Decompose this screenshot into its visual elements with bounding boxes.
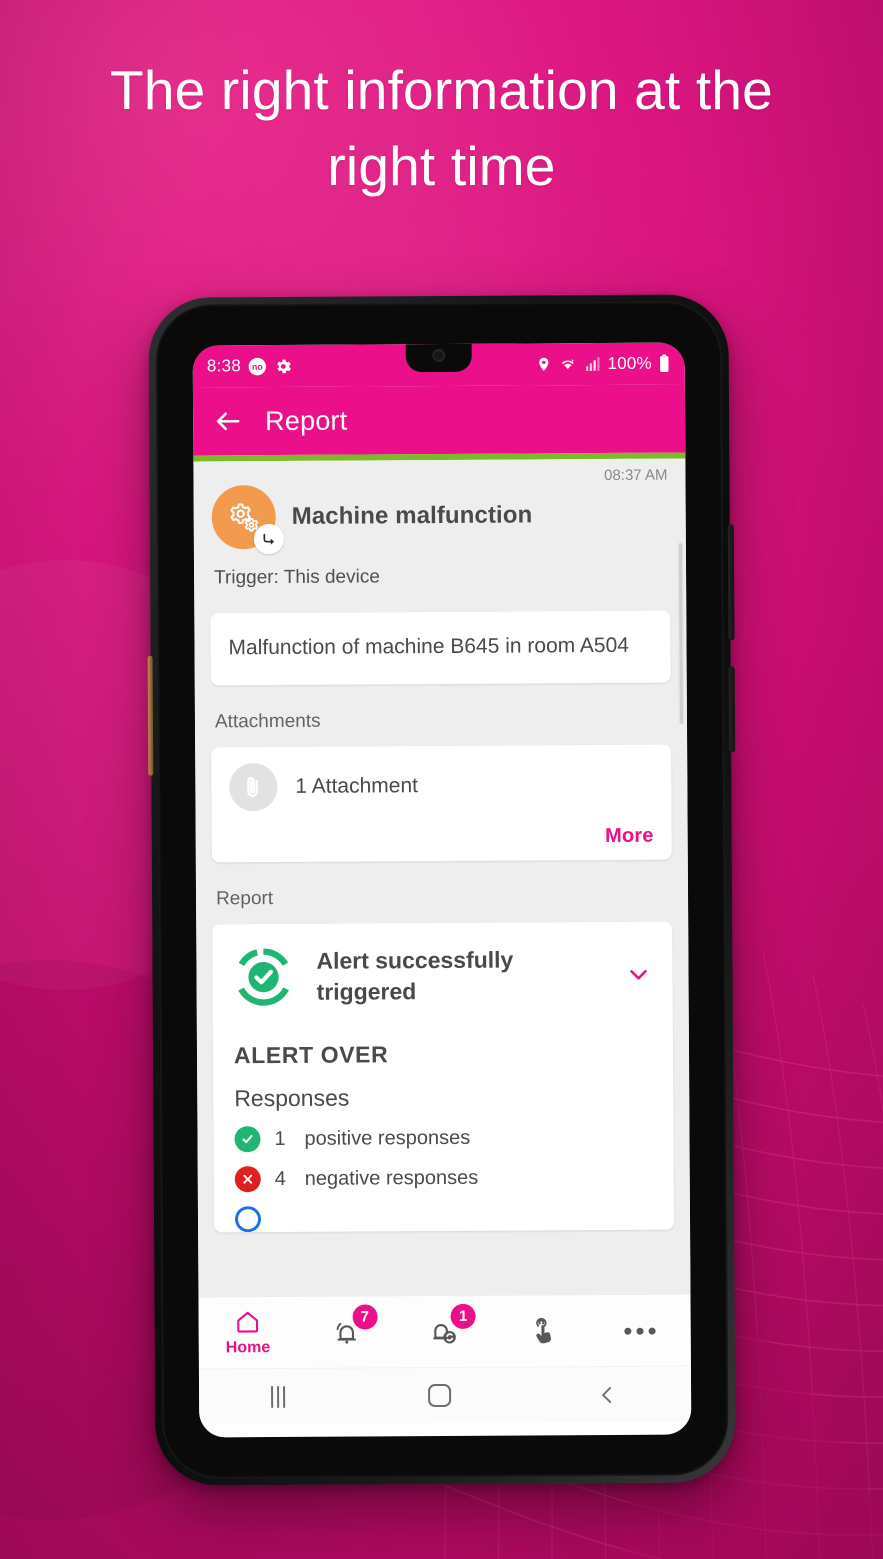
notch-wing-right: [504, 343, 519, 358]
report-status-title: Alert successfully triggered: [316, 946, 514, 1005]
avatar-badge: [253, 523, 284, 555]
response-label-positive: positive responses: [304, 1126, 471, 1150]
alert-title-row: Machine malfunction: [211, 483, 668, 555]
x-circle-icon: [234, 1166, 261, 1193]
responses-heading: Responses: [234, 1084, 350, 1112]
alert-timestamp: 08:37 AM: [604, 466, 668, 485]
power-button[interactable]: [728, 666, 736, 753]
home-square-icon[interactable]: [428, 1383, 452, 1408]
android-navigation-bar: [198, 1365, 692, 1425]
arrow-left-icon[interactable]: [213, 406, 243, 436]
phone-mockup: 8:38 no 100% Report 08:37 AM Machine mal…: [147, 294, 736, 1486]
response-count-positive: 1: [274, 1127, 286, 1150]
response-row-positive: 1 positive responses: [231, 1124, 655, 1153]
attachment-label: 1 Attachment: [295, 774, 419, 798]
alert-over-label: ALERT OVER: [233, 1041, 389, 1069]
status-bar-right: 100%: [535, 354, 670, 375]
side-accent-strip: [147, 655, 154, 776]
response-row-negative: 4 negative responses: [232, 1164, 656, 1193]
nav-item-trigger[interactable]: [494, 1295, 593, 1367]
signal-bars-icon: [585, 357, 600, 371]
response-count-negative: 4: [274, 1167, 286, 1190]
nav-item-alarms[interactable]: 7: [297, 1296, 396, 1368]
alert-title: Machine malfunction: [291, 501, 533, 530]
phone-screen: 8:38 no 100% Report 08:37 AM Machine mal…: [192, 342, 692, 1438]
alert-trigger: Trigger: This device: [214, 566, 380, 589]
response-row-neutral: [232, 1204, 656, 1233]
arrow-reply-icon: [263, 533, 275, 545]
svg-text:no: no: [252, 361, 263, 371]
response-label-negative: negative responses: [304, 1166, 479, 1190]
location-pin-icon: [538, 357, 549, 372]
promo-stage: The right information at the right time …: [0, 0, 883, 1559]
neutral-circle-icon: [234, 1206, 262, 1233]
status-time: 8:38: [206, 356, 242, 376]
home-icon: [237, 1311, 259, 1333]
tap-hand-icon: [536, 1317, 552, 1343]
report-scroll-body[interactable]: 08:37 AM Machine malfunction Trigger: Th…: [193, 458, 691, 1297]
camera-notch: [405, 343, 472, 373]
attachment-icon-circle: [229, 763, 278, 812]
attachment-more-button[interactable]: More: [605, 825, 654, 848]
status-bar-left: 8:38 no: [207, 356, 293, 377]
notch-wing-left: [358, 344, 373, 359]
badge-recurring-alarms: 1: [450, 1303, 476, 1329]
nav-item-home[interactable]: Home: [198, 1297, 297, 1369]
battery-icon: [660, 354, 669, 372]
chevron-down-icon[interactable]: [624, 960, 654, 990]
battery-percent: 100%: [607, 353, 652, 373]
alert-message-text: Malfunction of machine B645 in room A504: [228, 633, 629, 660]
app-bar: Report: [192, 384, 686, 456]
page-title: Report: [265, 405, 348, 436]
dnd-icon: no: [248, 357, 267, 375]
nav-item-recurring-alarms[interactable]: 1: [395, 1296, 494, 1368]
paperclip-icon: [247, 776, 258, 798]
promo-headline: The right information at the right time: [110, 59, 773, 197]
attachments-section-label: Attachments: [214, 710, 321, 733]
nav-label-home: Home: [225, 1339, 271, 1357]
alert-header: 08:37 AM Machine malfunction Trigger: Th…: [193, 459, 686, 600]
alert-message-card: Malfunction of machine B645 in room A504: [210, 610, 671, 686]
status-bar: 8:38 no 100%: [192, 342, 685, 388]
wifi-icon: [561, 359, 574, 370]
check-circle-icon: [234, 1126, 261, 1153]
recents-icon[interactable]: [270, 1385, 285, 1408]
check-circle-icon: [238, 948, 289, 1006]
volume-button[interactable]: [727, 524, 735, 641]
report-section-label: Report: [215, 888, 274, 910]
attachment-row: 1 Attachment: [229, 761, 653, 812]
avatar: [211, 485, 284, 555]
attachment-card[interactable]: 1 Attachment More: [211, 744, 672, 863]
nav-item-more[interactable]: •••: [592, 1294, 691, 1366]
chevron-left-icon[interactable]: [595, 1382, 619, 1406]
bottom-navigation: Home 7 1 •••: [198, 1293, 691, 1369]
report-status-row: Alert successfully triggered: [230, 942, 654, 1011]
attachment-more-row: More: [230, 825, 654, 851]
gear-icon: [277, 359, 292, 373]
ellipsis-icon: •••: [623, 1315, 660, 1346]
report-card: Alert successfully triggered ALERT OVER …: [212, 921, 675, 1233]
badge-alarms: 7: [352, 1304, 378, 1330]
